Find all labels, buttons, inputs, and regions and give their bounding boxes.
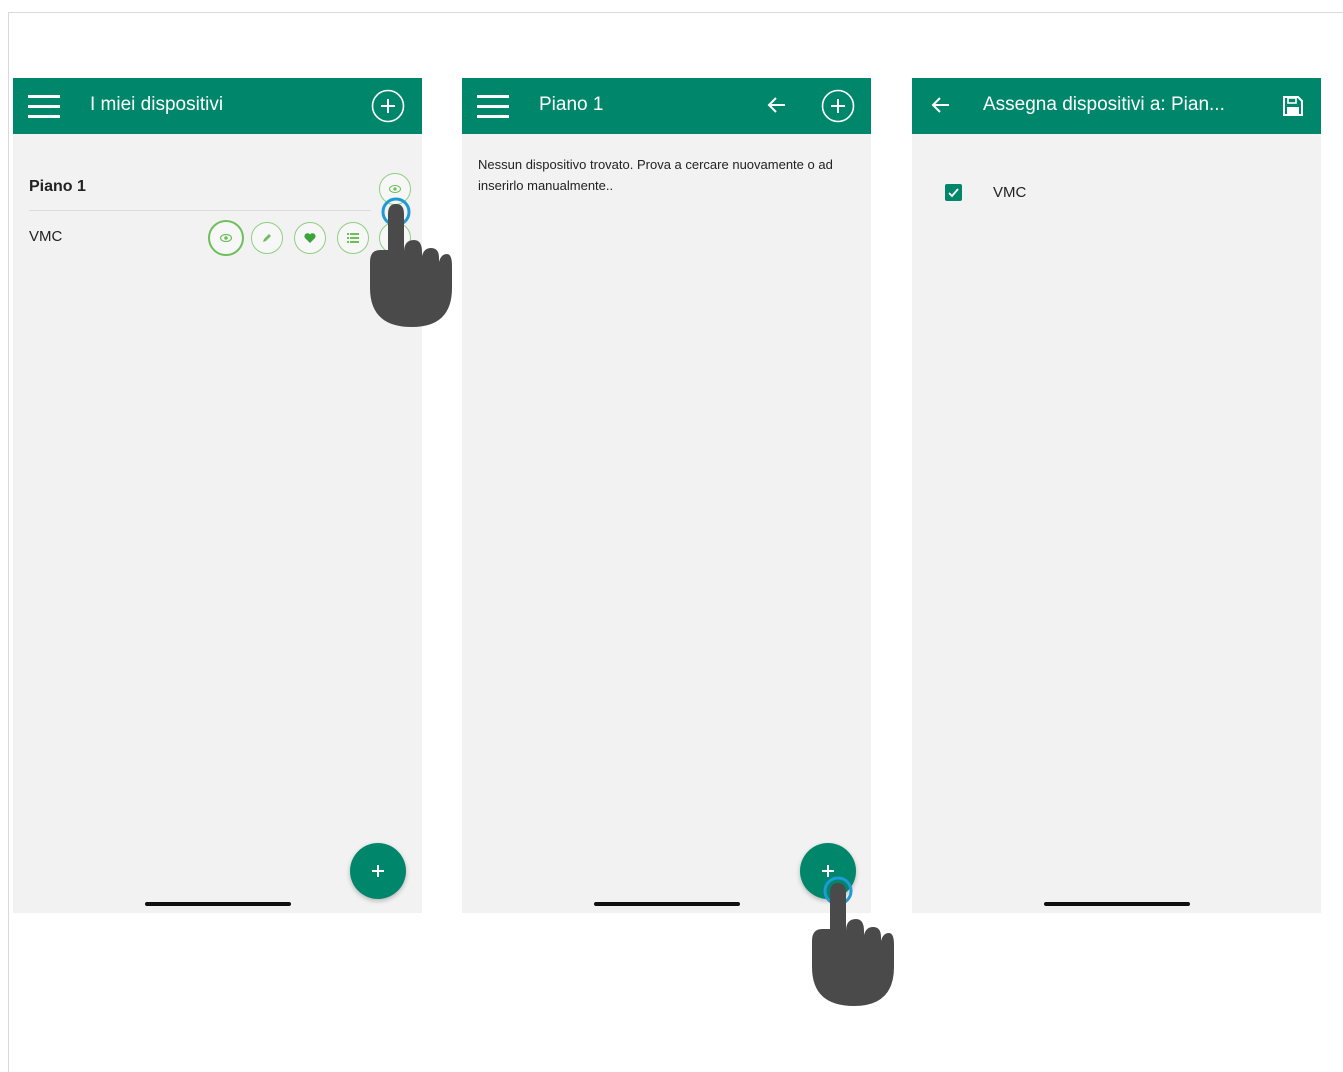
save-icon[interactable] bbox=[1282, 95, 1304, 117]
arrow-left-icon[interactable] bbox=[767, 96, 787, 114]
screen-my-devices: I miei dispositivi Piano 1 VMC bbox=[13, 78, 422, 913]
checkbox-checked-icon bbox=[948, 188, 959, 198]
home-indicator bbox=[594, 902, 740, 906]
list-icon bbox=[347, 233, 359, 243]
group-name[interactable]: Piano 1 bbox=[29, 178, 86, 196]
device-checkbox[interactable] bbox=[945, 184, 962, 201]
details-button[interactable] bbox=[337, 222, 369, 254]
screen-assign-devices: Assegna dispositivi a: Pian... VMC bbox=[912, 78, 1321, 913]
home-indicator bbox=[145, 902, 291, 906]
home-indicator bbox=[1044, 902, 1190, 906]
heart-icon bbox=[304, 233, 316, 243]
eye-icon bbox=[220, 234, 232, 242]
page-title: Assegna dispositivi a: Pian... bbox=[983, 94, 1225, 115]
tap-gesture-hand bbox=[812, 876, 894, 1006]
favorite-button[interactable] bbox=[294, 222, 326, 254]
menu-icon[interactable] bbox=[477, 94, 509, 118]
pencil-icon bbox=[263, 234, 271, 242]
add-icon bbox=[372, 865, 384, 877]
eye-icon bbox=[389, 185, 401, 193]
divider bbox=[29, 210, 371, 211]
app-bar: I miei dispositivi bbox=[13, 78, 422, 134]
screen-floor: Piano 1 Nessun dispositivo trovato. Prov… bbox=[462, 78, 871, 913]
view-button[interactable] bbox=[208, 220, 244, 256]
app-bar: Piano 1 bbox=[462, 78, 871, 134]
menu-icon[interactable] bbox=[28, 94, 60, 118]
page-title: Piano 1 bbox=[539, 94, 604, 115]
tap-gesture-hand bbox=[370, 197, 452, 327]
device-name[interactable]: VMC bbox=[993, 184, 1026, 201]
add-circle-icon[interactable] bbox=[371, 89, 405, 123]
page-title: I miei dispositivi bbox=[90, 94, 224, 115]
add-circle-icon[interactable] bbox=[821, 89, 855, 123]
add-fab-button[interactable] bbox=[350, 843, 406, 899]
arrow-left-icon[interactable] bbox=[931, 96, 951, 114]
empty-state-message: Nessun dispositivo trovato. Prova a cerc… bbox=[478, 157, 833, 193]
device-name[interactable]: VMC bbox=[29, 228, 62, 245]
edit-button[interactable] bbox=[251, 222, 283, 254]
app-bar: Assegna dispositivi a: Pian... bbox=[912, 78, 1321, 134]
